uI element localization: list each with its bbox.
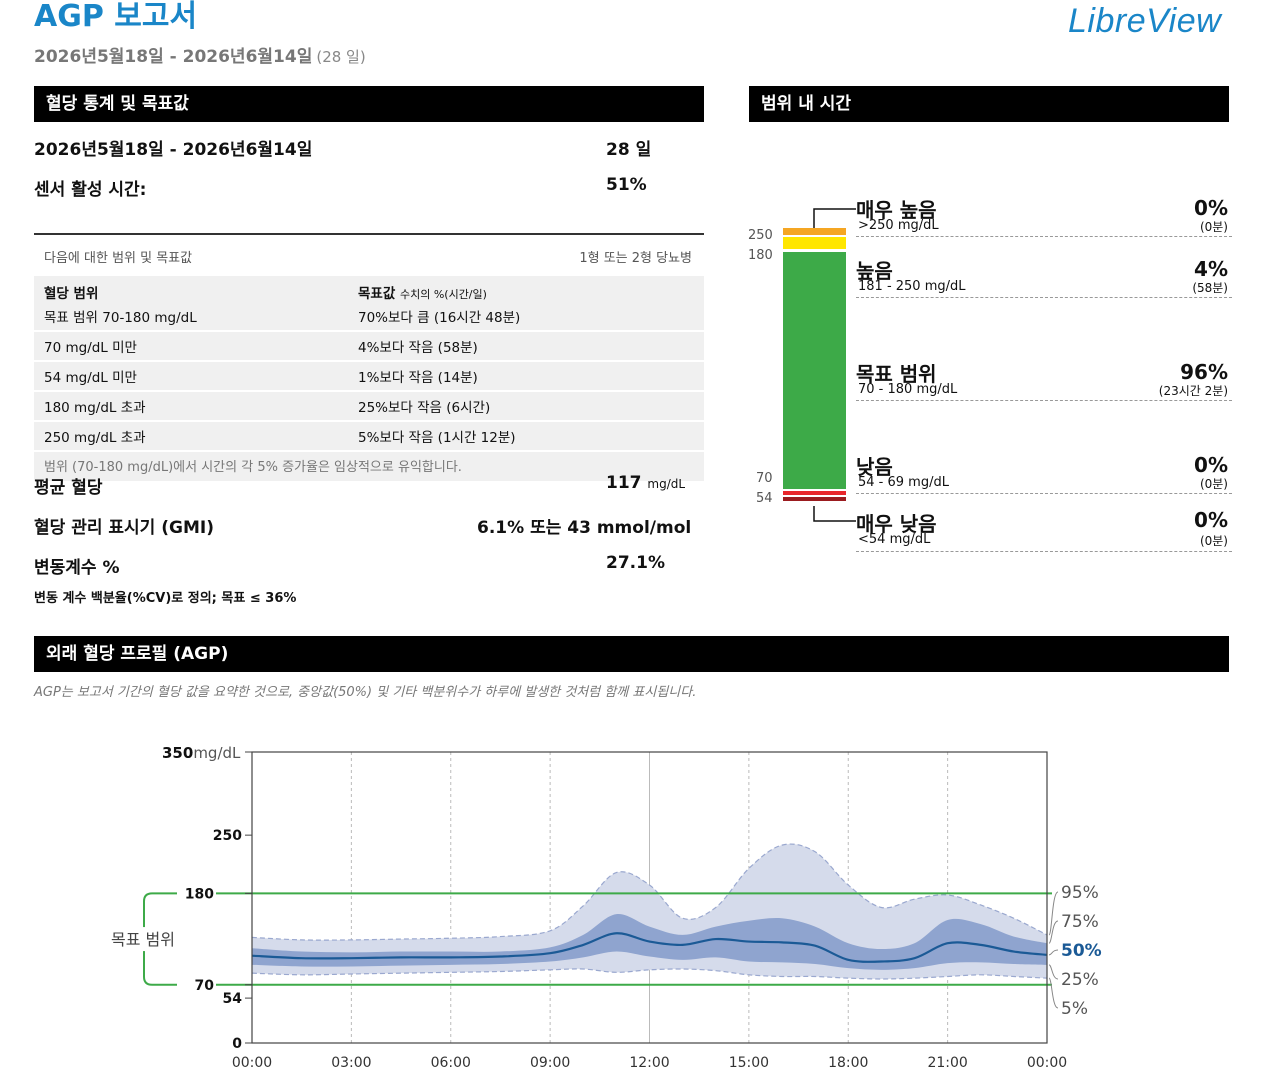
stats-section-header: 혈당 통계 및 목표값	[34, 86, 704, 122]
tir-range: 54 - 69 mg/dL	[858, 475, 949, 490]
x-label: 06:00	[431, 1055, 471, 1071]
table-row: 목표 범위 70-180 mg/dL 70%보다 큼 (16시간 48분)	[34, 306, 704, 332]
tir-tick-250: 250	[748, 228, 773, 243]
tir-dur: (0분)	[1199, 477, 1228, 491]
y-label-350: 350mg/dL	[162, 744, 241, 762]
tir-range: 181 - 250 mg/dL	[858, 279, 966, 294]
col-target-sub: 수치의 %(시간/일)	[399, 288, 487, 301]
tir-dur: (0분)	[1199, 220, 1228, 234]
tir-range: 70 - 180 mg/dL	[858, 382, 958, 397]
sensor-active-label: 센서 활성 시간:	[34, 180, 147, 200]
table-header-left: 다음에 대한 범위 및 목표값	[44, 251, 193, 266]
y-label-0: 0	[232, 1036, 242, 1052]
table-row: 180 mg/dL 초과 25%보다 작음 (6시간)	[34, 392, 704, 422]
table-cell-target: 4%보다 작음 (58분)	[358, 340, 478, 356]
agp-chart: 350mg/dL 250 180 70 54 0 목표 범위 00:00 03:00 06:00 0…	[100, 744, 1102, 1071]
table-row: 54 mg/dL 미만 1%보다 작음 (14분)	[34, 362, 704, 392]
x-label: 12:00	[629, 1055, 669, 1071]
percentile-label-25: 25%	[1061, 970, 1099, 990]
table-cell-target: 1%보다 작음 (14분)	[358, 370, 478, 386]
date-range-text: 2026년5월18일 - 2026년6월14일	[34, 47, 313, 67]
sensor-active-value: 51%	[606, 175, 647, 195]
table-cell-range: 180 mg/dL 초과	[44, 400, 146, 416]
agp-section-header: 외래 혈당 프로필 (AGP)	[34, 636, 1229, 672]
table-row: 250 mg/dL 초과 5%보다 작음 (1시간 12분)	[34, 422, 704, 452]
y-label-54: 54	[223, 991, 243, 1007]
percentile-leader	[1048, 949, 1059, 956]
agp-note: AGP는 보고서 기간의 혈당 값을 요약한 것으로, 중앙값(50%) 및 기…	[34, 685, 697, 700]
cv-note: 변동 계수 백분율(%CV)로 정의; 목표 ≤ 36%	[34, 591, 297, 606]
x-label: 00:00	[232, 1055, 272, 1071]
libreview-logo: LibreView	[1068, 2, 1222, 40]
tir-row-low: 낮음 54 - 69 mg/dL 0% (0분)	[856, 451, 1232, 494]
targets-table-header: 다음에 대한 범위 및 목표값 1형 또는 2형 당뇨병	[34, 235, 704, 276]
col-target-header: 목표값 수치의 %(시간/일)	[358, 286, 487, 302]
x-label: 00:00	[1027, 1055, 1067, 1071]
tir-row-very-high: 매우 높음 >250 mg/dL 0% (0분)	[856, 194, 1232, 237]
y-unit: mg/dL	[193, 744, 241, 762]
x-label: 21:00	[927, 1055, 967, 1071]
period-value: 28 일	[606, 140, 652, 160]
x-label: 09:00	[530, 1055, 570, 1071]
date-range-days: (28 일)	[316, 48, 366, 66]
tir-dur: (58분)	[1192, 281, 1228, 295]
tir-range: <54 mg/dL	[858, 532, 931, 547]
table-cell-range: 목표 범위 70-180 mg/dL	[44, 310, 197, 326]
table-cell-target: 25%보다 작음 (6시간)	[358, 400, 491, 416]
cv-value: 27.1%	[606, 553, 665, 573]
y-label-70: 70	[195, 978, 215, 994]
tir-tick-70: 70	[756, 471, 773, 486]
tir-row-very-low: 매우 낮음 <54 mg/dL 0% (0분)	[856, 508, 1232, 552]
y-label-180: 180	[185, 886, 214, 902]
mean-glucose-unit: mg/dL	[647, 477, 686, 491]
y-label-250: 250	[213, 828, 242, 844]
table-cell-range: 70 mg/dL 미만	[44, 340, 137, 356]
report-title: AGP 보고서	[34, 0, 198, 34]
table-header-right: 1형 또는 2형 당뇨병	[579, 251, 692, 266]
tir-row-target: 목표 범위 70 - 180 mg/dL 96% (23시간 2분)	[856, 358, 1232, 401]
tir-connectors	[813, 208, 856, 522]
percentile-label-95: 95%	[1061, 883, 1099, 903]
percentile-label-5: 5%	[1061, 999, 1088, 1019]
table-row: 70 mg/dL 미만 4%보다 작음 (58분)	[34, 332, 704, 362]
tir-row-high: 높음 181 - 250 mg/dL 4% (58분)	[856, 255, 1232, 298]
tir-pct: 0%	[1194, 453, 1228, 477]
cv-label: 변동계수 %	[34, 558, 120, 578]
tir-dur: (23시간 2분)	[1158, 384, 1228, 398]
table-cell-range: 54 mg/dL 미만	[44, 370, 137, 386]
tir-pct: 4%	[1194, 257, 1228, 281]
percentile-label-75: 75%	[1061, 912, 1099, 932]
table-cell-target: 70%보다 큼 (16시간 48분)	[358, 310, 521, 326]
mean-glucose-label: 평균 혈당	[34, 478, 103, 498]
target-range-label: 목표 범위	[111, 930, 175, 949]
percentile-label-50: 50%	[1061, 941, 1102, 961]
period-label: 2026년5월18일 - 2026년6월14일	[34, 140, 313, 160]
percentile-leader	[1048, 964, 1059, 980]
tir-tick-54: 54	[756, 491, 773, 506]
gmi-value: 6.1% 또는 43 mmol/mol	[477, 518, 692, 538]
gmi-label: 혈당 관리 표시기 (GMI)	[34, 518, 214, 538]
table-cell-target: 5%보다 작음 (1시간 12분)	[358, 430, 516, 446]
table-cell-range: 250 mg/dL 초과	[44, 430, 146, 446]
tir-tick-180: 180	[748, 248, 773, 263]
x-label: 18:00	[828, 1055, 868, 1071]
tir-pct: 0%	[1194, 196, 1228, 220]
table-note: 범위 (70-180 mg/dL)에서 시간의 각 5% 증가율은 임상적으로 …	[34, 452, 704, 481]
tir-pct: 96%	[1180, 360, 1228, 384]
table-col-headers: 혈당 범위 목표값 수치의 %(시간/일)	[34, 276, 704, 308]
tir-section-header: 범위 내 시간	[749, 86, 1229, 122]
col-range-header: 혈당 범위	[44, 286, 99, 302]
tir-dur: (0분)	[1199, 534, 1228, 548]
mean-glucose-value: 117 mg/dL	[606, 473, 686, 493]
tir-range: >250 mg/dL	[858, 218, 939, 233]
targets-table: 다음에 대한 범위 및 목표값 1형 또는 2형 당뇨병 혈당 범위 목표값 수…	[34, 233, 704, 481]
x-label: 15:00	[729, 1055, 769, 1071]
tir-pct: 0%	[1194, 508, 1228, 532]
percentile-leader	[1048, 977, 1059, 1009]
report-date-range: 2026년5월18일 - 2026년6월14일 (28 일)	[34, 42, 366, 67]
x-label: 03:00	[331, 1055, 371, 1071]
